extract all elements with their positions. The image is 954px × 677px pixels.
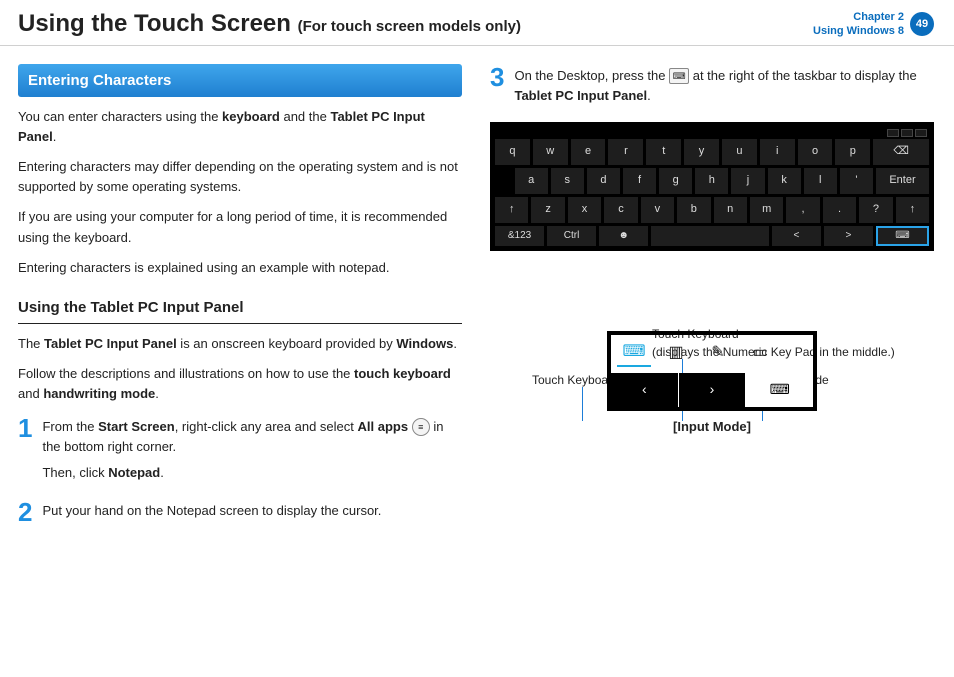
right-column: 3 On the Desktop, press the ⌨ at the rig… <box>490 64 934 537</box>
keyboard-key: i <box>760 139 795 165</box>
titlebar-button <box>887 129 899 137</box>
left-column: Entering Characters You can enter charac… <box>18 64 462 537</box>
chapter-line1: Chapter 2 <box>813 10 904 24</box>
keyboard-key: a <box>515 168 548 194</box>
chapter-line2: Using Windows 8 <box>813 24 904 38</box>
keyboard-key: , <box>786 197 819 223</box>
para-intro: You can enter characters using the keybo… <box>18 107 462 147</box>
callout-line <box>582 387 583 421</box>
prev-button: ‹ <box>611 373 679 407</box>
keyboard-key: < <box>772 226 821 246</box>
keyboard-key: ☻ <box>599 226 648 246</box>
titlebar-button <box>915 129 927 137</box>
title-main: Using the Touch Screen <box>18 10 291 37</box>
keyboard-key: b <box>677 197 710 223</box>
keyboard-key: p <box>835 139 870 165</box>
keyboard-key: n <box>714 197 747 223</box>
keyboard-key: g <box>659 168 692 194</box>
keyboard-key: ' <box>840 168 873 194</box>
step-number: 1 <box>18 415 32 489</box>
keyboard-key: . <box>823 197 856 223</box>
keyboard-key: d <box>587 168 620 194</box>
next-button: › <box>679 373 747 407</box>
keyboard-key: > <box>824 226 873 246</box>
input-mode-panel: ⌨ ▥ ✎ ▭ ‹ › ⌨ <box>607 331 817 411</box>
step-number: 3 <box>490 64 504 112</box>
step-3: 3 On the Desktop, press the ⌨ at the rig… <box>490 64 934 112</box>
keyboard-key: w <box>533 139 568 165</box>
keyboard-key: l <box>804 168 837 194</box>
step-body: Put your hand on the Notepad screen to d… <box>42 499 462 527</box>
content-columns: Entering Characters You can enter charac… <box>0 46 954 537</box>
para-follow: Follow the descriptions and illustration… <box>18 364 462 404</box>
keyboard-icon: ⌨ <box>669 68 689 84</box>
keyboard-row: asdfghjkl'Enter <box>495 168 929 194</box>
input-mode-caption: [Input Mode] <box>572 417 852 437</box>
subsection-heading: Using the Tablet PC Input Panel <box>18 296 462 324</box>
keyboard-key: q <box>495 139 530 165</box>
keyboard-toggle-button: ⌨ <box>746 373 813 407</box>
keyboard-key: z <box>531 197 564 223</box>
onscreen-keyboard: qwertyuiop⌫ asdfghjkl'Enter ↑zxcvbnm,.?↑… <box>490 122 934 251</box>
para-os: Entering characters may differ depending… <box>18 157 462 197</box>
keyboard-titlebar <box>495 129 929 139</box>
keyboard-key: Enter <box>876 168 929 194</box>
section-banner: Entering Characters <box>18 64 462 97</box>
chapter-info: Chapter 2 Using Windows 8 49 <box>813 10 934 39</box>
keyboard-key: j <box>731 168 764 194</box>
keyboard-key: e <box>571 139 606 165</box>
keyboard-key: v <box>641 197 674 223</box>
keyboard-key <box>651 226 769 246</box>
keyboard-row: ↑zxcvbnm,.?↑ <box>495 197 929 223</box>
step-1: 1 From the Start Screen, right-click any… <box>18 415 462 489</box>
keyboard-key: s <box>551 168 584 194</box>
page-number-badge: 49 <box>910 12 934 36</box>
input-mode-row2: ‹ › ⌨ <box>611 373 813 407</box>
keyboard-key: u <box>722 139 757 165</box>
step-2: 2 Put your hand on the Notepad screen to… <box>18 499 462 527</box>
keyboard-key: m <box>750 197 783 223</box>
keyboard-key: ↑ <box>896 197 929 223</box>
dock-icon: ▭ <box>743 341 777 367</box>
para-example: Entering characters is explained using a… <box>18 258 462 278</box>
keyboard-key: ? <box>859 197 892 223</box>
step-body: On the Desktop, press the ⌨ at the right… <box>514 64 934 112</box>
step-body: From the Start Screen, right-click any a… <box>42 415 462 489</box>
keyboard-key: k <box>768 168 801 194</box>
keyboard-key: x <box>568 197 601 223</box>
ann-touch-kbd: Touch Keyboard <box>532 371 619 390</box>
input-mode-row1: ⌨ ▥ ✎ ▭ <box>611 335 813 373</box>
keyboard-key: y <box>684 139 719 165</box>
keyboard-key: h <box>695 168 728 194</box>
keyboard-key: ⌨ <box>876 226 929 246</box>
all-apps-icon: ≡ <box>412 418 430 436</box>
page-header: Using the Touch Screen (For touch screen… <box>0 0 954 46</box>
split-keyboard-icon: ▥ <box>659 341 693 367</box>
page-title: Using the Touch Screen (For touch screen… <box>18 10 521 38</box>
keyboard-key: ↑ <box>495 197 528 223</box>
touch-keyboard-icon: ⌨ <box>617 341 651 367</box>
step-number: 2 <box>18 499 32 527</box>
titlebar-button <box>901 129 913 137</box>
keyboard-key: o <box>798 139 833 165</box>
title-sub: (For touch screen models only) <box>298 18 521 35</box>
annotation-diagram: Touch Keyboard (displays the Numeric Key… <box>572 331 852 437</box>
keyboard-row: &123Ctrl☻ <>⌨ <box>495 226 929 246</box>
keyboard-key: t <box>646 139 681 165</box>
keyboard-key: ⌫ <box>873 139 929 165</box>
keyboard-row: qwertyuiop⌫ <box>495 139 929 165</box>
keyboard-key: r <box>608 139 643 165</box>
keyboard-key: &123 <box>495 226 544 246</box>
keyboard-key: c <box>604 197 637 223</box>
keyboard-key: f <box>623 168 656 194</box>
handwriting-icon: ✎ <box>701 341 735 367</box>
keyboard-key: Ctrl <box>547 226 596 246</box>
para-onscreen: The Tablet PC Input Panel is an onscreen… <box>18 334 462 354</box>
para-long: If you are using your computer for a lon… <box>18 207 462 247</box>
